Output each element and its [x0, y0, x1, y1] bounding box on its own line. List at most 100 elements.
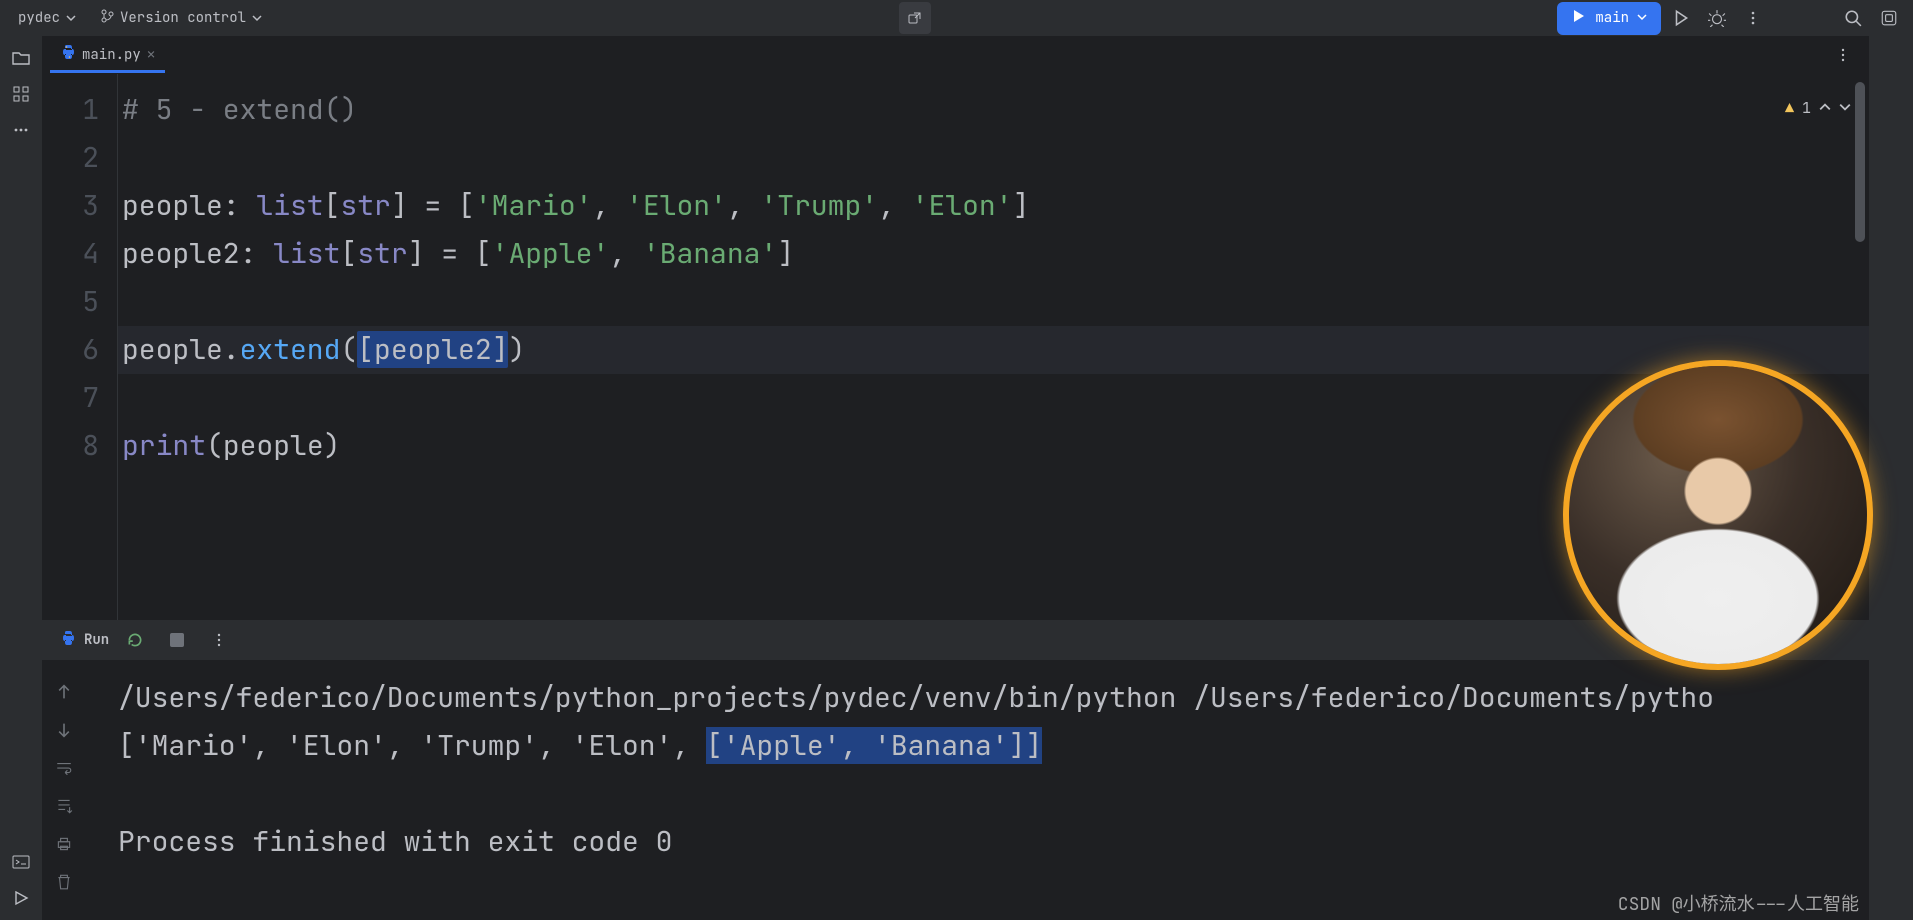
warning-icon: ▲	[1785, 84, 1794, 132]
header-center	[272, 2, 1557, 34]
webcam-overlay	[1563, 360, 1873, 670]
output-line: /Users/federico/Documents/python_project…	[118, 679, 1714, 716]
step-down-icon[interactable]	[50, 716, 78, 744]
editor-tabs: main.py ✕	[42, 36, 1869, 74]
trash-icon[interactable]	[50, 868, 78, 896]
tab-more-button[interactable]	[1827, 39, 1859, 71]
run-output-panel: /Users/federico/Documents/python_project…	[42, 660, 1869, 920]
line-number: 8	[42, 422, 99, 470]
title-bar: pydec Version control main	[0, 0, 1913, 36]
print-icon[interactable]	[50, 830, 78, 858]
code-text: 'Trump'	[760, 187, 878, 224]
project-selector[interactable]: pydec	[8, 3, 86, 33]
code-text: (	[340, 331, 357, 368]
code-text: people.	[122, 331, 240, 368]
selection: [people2]	[357, 331, 508, 368]
inspection-widget[interactable]: ▲ 1	[1785, 84, 1851, 132]
watermark: CSDN @小桥流水---人工智能	[1618, 890, 1859, 916]
settings-button[interactable]	[1873, 2, 1905, 34]
line-number: 4	[42, 230, 99, 278]
project-tool-icon[interactable]	[7, 44, 35, 72]
console-output[interactable]: /Users/federico/Documents/python_project…	[86, 660, 1869, 920]
code-text: [	[324, 187, 341, 224]
code-text: 'Apple'	[492, 235, 610, 272]
output-highlight: ['Apple', 'Banana']]	[706, 727, 1042, 764]
structure-tool-icon[interactable]	[7, 80, 35, 108]
code-text: ]	[777, 235, 794, 272]
header-left: pydec Version control	[8, 3, 272, 34]
chevron-down-icon[interactable]	[1839, 84, 1851, 132]
run-gutter	[42, 660, 86, 920]
project-name: pydec	[18, 9, 60, 27]
code-text: [	[340, 235, 357, 272]
run-config-selector[interactable]: main	[1557, 2, 1661, 35]
code-text: str	[357, 235, 407, 272]
code-text: ] = [	[408, 235, 492, 272]
tab-label: main.py	[82, 46, 141, 64]
code-text: 'Banana'	[643, 235, 777, 272]
code-text: people:	[122, 187, 256, 224]
output-line: Process finished with exit code 0	[118, 823, 672, 860]
terminal-tool-icon[interactable]	[7, 848, 35, 876]
stop-button[interactable]	[161, 624, 193, 656]
debug-button[interactable]	[1701, 2, 1733, 34]
vcs-selector[interactable]: Version control	[90, 3, 272, 34]
run-tab-label: Run	[84, 631, 109, 649]
python-file-icon	[60, 630, 76, 651]
run-config-icon	[1571, 8, 1587, 29]
warning-count: 1	[1802, 84, 1811, 132]
code-text: ]	[1013, 187, 1030, 224]
header-right: main	[1557, 2, 1905, 35]
chevron-down-icon	[252, 13, 262, 23]
code-text: extend	[240, 331, 341, 368]
step-up-icon[interactable]	[50, 678, 78, 706]
code-text: )	[508, 331, 525, 368]
code-text: ,	[727, 187, 761, 224]
chevron-down-icon	[1637, 9, 1647, 27]
run-tab[interactable]: Run	[60, 630, 109, 651]
code-text: ,	[878, 187, 912, 224]
code-text: # 5 - extend()	[122, 91, 357, 128]
close-icon[interactable]: ✕	[147, 46, 155, 64]
left-tool-rail	[0, 36, 42, 920]
vcs-label: Version control	[120, 9, 246, 27]
popout-button[interactable]	[899, 2, 931, 34]
run-tool-icon[interactable]	[7, 884, 35, 912]
code-text: people2:	[122, 235, 273, 272]
code-text: list	[273, 235, 340, 272]
line-gutter: 1 2 3 4 5 6 7 8	[42, 74, 118, 620]
line-number: 6	[42, 326, 99, 374]
code-text: (people)	[206, 427, 340, 464]
line-number: 7	[42, 374, 99, 422]
scroll-end-icon[interactable]	[50, 792, 78, 820]
tab-main-py[interactable]: main.py ✕	[50, 38, 165, 71]
code-text: ] = [	[391, 187, 475, 224]
code-text: 'Elon'	[626, 187, 727, 224]
code-text: 'Elon'	[912, 187, 1013, 224]
line-number: 5	[42, 278, 99, 326]
code-text: print	[122, 427, 206, 464]
search-button[interactable]	[1837, 2, 1869, 34]
run-button[interactable]	[1665, 2, 1697, 34]
code-text: 'Mario'	[475, 187, 593, 224]
code-text: list	[256, 187, 323, 224]
more-tools-icon[interactable]	[7, 116, 35, 144]
chevron-down-icon	[66, 13, 76, 23]
line-number: 1	[42, 86, 99, 134]
more-button[interactable]	[1737, 2, 1769, 34]
branch-icon	[100, 9, 114, 28]
line-number: 3	[42, 182, 99, 230]
right-tool-rail	[1869, 36, 1913, 920]
run-config-name: main	[1595, 9, 1629, 27]
python-file-icon	[60, 44, 76, 65]
code-text: ,	[609, 235, 643, 272]
code-text: str	[340, 187, 390, 224]
code-text: ,	[592, 187, 626, 224]
run-more-button[interactable]	[203, 624, 235, 656]
scrollbar-thumb[interactable]	[1855, 82, 1865, 242]
line-number: 2	[42, 134, 99, 182]
output-line: ['Mario', 'Elon', 'Trump', 'Elon',	[118, 727, 706, 764]
rerun-button[interactable]	[119, 624, 151, 656]
chevron-up-icon[interactable]	[1819, 84, 1831, 132]
soft-wrap-icon[interactable]	[50, 754, 78, 782]
